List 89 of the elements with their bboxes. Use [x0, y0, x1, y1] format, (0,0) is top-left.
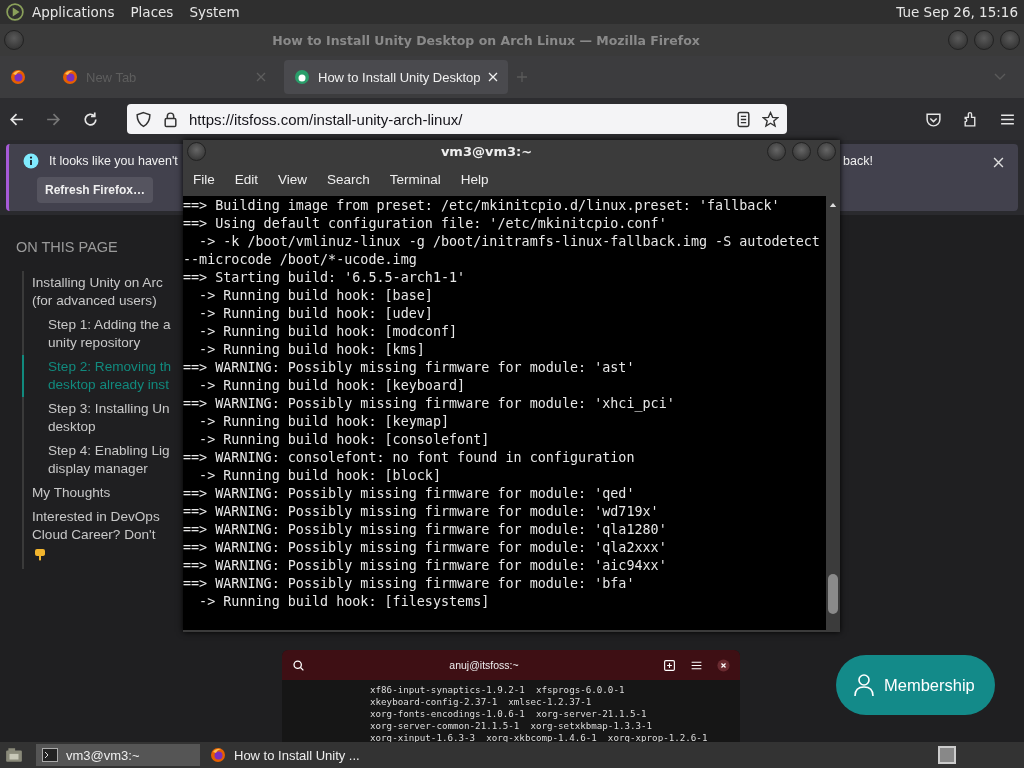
- firefox-icon: [62, 69, 78, 85]
- taskbar-button[interactable]: vm3@vm3:~: [36, 744, 200, 766]
- terminal-line: xf86-input-synaptics-1.9.2-1 xfsprogs-6.0.0-1: [370, 684, 626, 696]
- new-tab-icon: [663, 658, 676, 672]
- maximize-button[interactable]: [974, 30, 994, 50]
- scroll-up-icon[interactable]: [829, 202, 837, 207]
- terminal-line: -> Running build hook: [consolefont]: [198, 431, 491, 449]
- terminal-line: ==> Building image from preset: /etc/mkinitcpio.d/linux.preset: 'fallback': [183, 197, 781, 215]
- terminal-line: -> Running build hook: [udev]: [198, 305, 434, 323]
- terminal-line: xkeyboard-config-2.37-1 xmlsec-1.2.37-1: [370, 696, 593, 708]
- toc-link[interactable]: My Thoughts: [22, 481, 111, 505]
- terminal-line: ==> WARNING: Possibly missing firmware for module: 'qed': [183, 485, 636, 503]
- workspace-switcher[interactable]: [938, 746, 956, 764]
- site-icon: [294, 69, 310, 85]
- tab-title: How to Install Unity Desktop: [318, 69, 480, 85]
- reload-icon[interactable]: [82, 110, 99, 128]
- terminal-line: ==> WARNING: Possibly missing firmware for module: 'qla1280': [183, 521, 668, 539]
- browser-tab[interactable]: How to Install Unity Desktop: [284, 60, 508, 94]
- menu-item[interactable]: View: [278, 172, 308, 187]
- person-icon: [854, 673, 874, 697]
- terminal-icon: [42, 748, 58, 762]
- firefox-icon: [10, 69, 26, 85]
- terminal-line: -> Running build hook: [kms]: [198, 341, 426, 359]
- address-bar[interactable]: https://itsfoss.com/install-unity-arch-linux/: [127, 104, 787, 134]
- terminal-line: ==> WARNING: Possibly missing firmware for module: 'bfa': [183, 575, 636, 593]
- terminal-line: ==> WARNING: Possibly missing firmware for module: 'qla2xxx': [183, 539, 668, 557]
- toc-link[interactable]: Installing Unity on Arc (for advanced users): [22, 271, 163, 313]
- terminal-line: xorg-fonts-encodings-1.0.6-1 xorg-server-21.1.5-1: [370, 708, 648, 720]
- menu-item[interactable]: Edit: [234, 172, 259, 187]
- toc-link[interactable]: Interested in DevOps Cloud Career? Don't: [22, 505, 160, 547]
- close-icon: [717, 658, 730, 672]
- menu-item[interactable]: File: [193, 172, 215, 187]
- window-title: How to Install Unity Desktop on Arch Linux — Mozilla Firefox: [271, 32, 701, 48]
- terminal-line: ==> WARNING: Possibly missing firmware for module: 'aic94xx': [183, 557, 668, 575]
- reader-view-icon[interactable]: [735, 110, 752, 128]
- close-button[interactable]: [1000, 30, 1020, 50]
- panel-menu[interactable]: System: [189, 4, 240, 20]
- taskbar-button[interactable]: How to Install Unity ...: [204, 744, 368, 766]
- terminal-title: anuj@itsfoss:~: [448, 659, 520, 671]
- panel-menu[interactable]: Places: [130, 4, 174, 20]
- star-icon[interactable]: [762, 110, 779, 128]
- terminal-line: ==> WARNING: Possibly missing firmware for module: 'ast': [183, 359, 636, 377]
- notification-text: It looks like you haven't: [49, 154, 178, 168]
- maximize-button[interactable]: [792, 142, 811, 161]
- terminal-line: -> Running build hook: [modconf]: [198, 323, 459, 341]
- window-title: vm3@vm3:~: [439, 144, 534, 159]
- membership-button[interactable]: Membership: [836, 655, 995, 715]
- terminal-line: -> Running build hook: [base]: [198, 287, 434, 305]
- terminal-line: -> Running build hook: [keymap]: [198, 413, 451, 431]
- menu-item[interactable]: Search: [327, 172, 370, 187]
- info-icon: [23, 153, 39, 169]
- panel-menu[interactable]: Applications: [32, 4, 115, 20]
- window-menu-button[interactable]: [4, 30, 24, 50]
- terminal-line: ==> Starting build: '6.5.5-arch1-1': [183, 269, 467, 287]
- terminal-line: ==> WARNING: Possibly missing firmware for module: 'wd719x': [183, 503, 660, 521]
- scrollbar[interactable]: [826, 196, 840, 630]
- minimize-button[interactable]: [948, 30, 968, 50]
- toc-link[interactable]: Step 4: Enabling Lig display manager: [22, 439, 170, 481]
- show-desktop-icon[interactable]: [4, 746, 24, 764]
- toc-link[interactable]: Step 2: Removing th desktop already inst: [22, 355, 172, 397]
- terminal-line: ==> WARNING: consolefont: no font found in configuration: [183, 449, 636, 467]
- terminal-line: -> -k /boot/vmlinuz-linux -g /boot/initramfs-linux-fallback.img -S autodetect: [198, 233, 821, 251]
- menu-item[interactable]: Help: [460, 172, 489, 187]
- close-button[interactable]: [817, 142, 836, 161]
- terminal-line: --microcode /boot/*-ucode.img: [183, 251, 418, 269]
- terminal-line: -> Running build hook: [filesystems]: [198, 593, 491, 611]
- notification-text: back!: [843, 154, 873, 168]
- firefox-icon: [210, 747, 226, 763]
- pocket-icon[interactable]: [925, 110, 942, 128]
- toc-link[interactable]: Step 1: Adding the a unity repository: [22, 313, 171, 355]
- refresh-firefox-button[interactable]: Refresh Firefox…: [37, 177, 154, 203]
- pointing-hand-icon: [34, 547, 46, 561]
- toc-heading: ON THIS PAGE: [16, 239, 119, 255]
- shield-icon[interactable]: [135, 110, 152, 128]
- window-menu-button[interactable]: [187, 142, 206, 161]
- minimize-button[interactable]: [767, 142, 786, 161]
- terminal-line: -> Running build hook: [block]: [198, 467, 442, 485]
- terminal-line: xorg-server-common-21.1.5-1 xorg-setxkbmap-1.3.3-1: [370, 720, 654, 732]
- terminal-line: ==> Using default configuration file: '/etc/mkinitcpio.conf': [183, 215, 668, 233]
- lock-icon[interactable]: [162, 110, 179, 128]
- app-menu-icon[interactable]: [6, 3, 24, 21]
- clock: Tue Sep 26, 15:16: [896, 4, 1018, 20]
- terminal-line: -> Running build hook: [keyboard]: [198, 377, 467, 395]
- url-text: https://itsfoss.com/install-unity-arch-linux/: [189, 110, 463, 128]
- toc-link[interactable]: Step 3: Installing Un desktop: [22, 397, 170, 439]
- menu-item[interactable]: Terminal: [389, 172, 441, 187]
- search-icon: [292, 658, 305, 672]
- terminal-line: ==> WARNING: Possibly missing firmware for module: 'xhci_pci': [183, 395, 676, 413]
- scrollbar-thumb[interactable]: [828, 574, 838, 614]
